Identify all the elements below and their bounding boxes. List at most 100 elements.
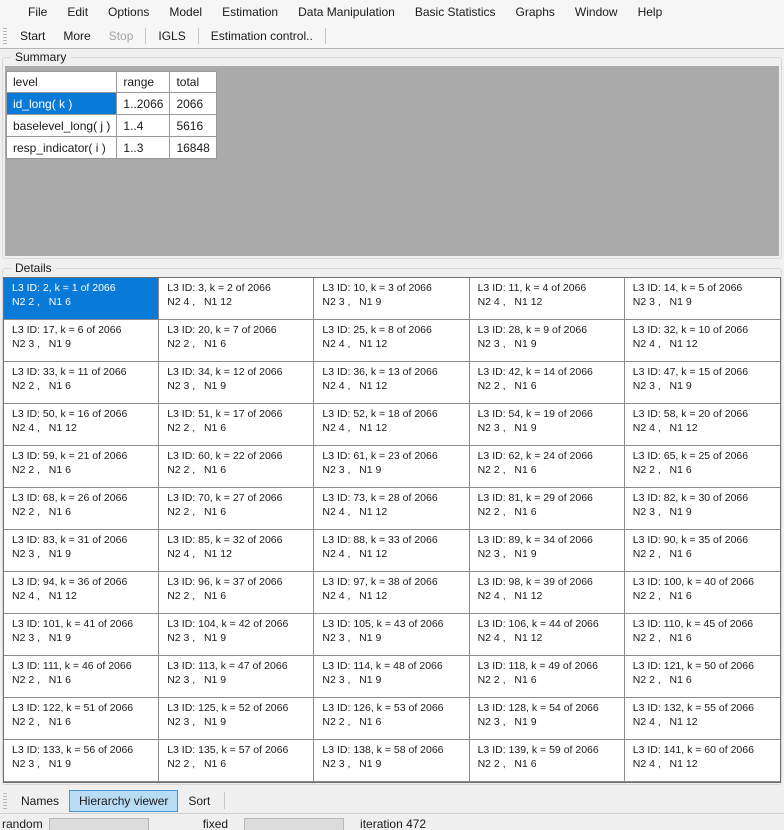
hierarchy-cell[interactable]: L3 ID: 34, k = 12 of 2066N2 3 , N1 9 (159, 362, 314, 404)
tabbar-grip-handle[interactable] (3, 793, 7, 809)
hierarchy-cell[interactable]: L3 ID: 81, k = 29 of 2066N2 2 , N1 6 (470, 488, 625, 530)
hierarchy-cell[interactable]: L3 ID: 14, k = 5 of 2066N2 3 , N1 9 (625, 278, 780, 320)
hierarchy-cell[interactable]: L3 ID: 106, k = 44 of 2066N2 4 , N1 12 (470, 614, 625, 656)
hierarchy-cell[interactable]: L3 ID: 104, k = 42 of 2066N2 3 , N1 9 (159, 614, 314, 656)
hierarchy-cell[interactable]: L3 ID: 138, k = 58 of 2066N2 3 , N1 9 (314, 740, 469, 782)
hierarchy-cell[interactable]: L3 ID: 132, k = 55 of 2066N2 4 , N1 12 (625, 698, 780, 740)
hierarchy-cell[interactable]: L3 ID: 52, k = 18 of 2066N2 4 , N1 12 (314, 404, 469, 446)
hierarchy-cell[interactable]: L3 ID: 88, k = 33 of 2066N2 4 , N1 12 (314, 530, 469, 572)
hierarchy-cell[interactable]: L3 ID: 121, k = 50 of 2066N2 2 , N1 6 (625, 656, 780, 698)
hierarchy-cell[interactable]: L3 ID: 60, k = 22 of 2066N2 2 , N1 6 (159, 446, 314, 488)
hierarchy-cell[interactable]: L3 ID: 101, k = 41 of 2066N2 3 , N1 9 (4, 614, 159, 656)
hierarchy-cell[interactable]: L3 ID: 83, k = 31 of 2066N2 3 , N1 9 (4, 530, 159, 572)
summary-cell-total[interactable]: 2066 (170, 93, 216, 115)
hierarchy-cell[interactable]: L3 ID: 111, k = 46 of 2066N2 2 , N1 6 (4, 656, 159, 698)
igls-button[interactable]: IGLS (149, 25, 194, 47)
hierarchy-cell[interactable]: L3 ID: 128, k = 54 of 2066N2 3 , N1 9 (470, 698, 625, 740)
cell-id-line: L3 ID: 100, k = 40 of 2066 (633, 575, 778, 589)
hierarchy-cell[interactable]: L3 ID: 54, k = 19 of 2066N2 3 , N1 9 (470, 404, 625, 446)
hierarchy-cell[interactable]: L3 ID: 82, k = 30 of 2066N2 3 , N1 9 (625, 488, 780, 530)
summary-cell-level[interactable]: id_long( k ) (7, 93, 117, 115)
hierarchy-cell[interactable]: L3 ID: 11, k = 4 of 2066N2 4 , N1 12 (470, 278, 625, 320)
menu-item-basic-statistics[interactable]: Basic Statistics (405, 0, 506, 24)
hierarchy-cell[interactable]: L3 ID: 125, k = 52 of 2066N2 3 , N1 9 (159, 698, 314, 740)
summary-cell-range[interactable]: 1..4 (117, 115, 170, 137)
cell-id-line: L3 ID: 70, k = 27 of 2066 (167, 491, 311, 505)
hierarchy-cell[interactable]: L3 ID: 10, k = 3 of 2066N2 3 , N1 9 (314, 278, 469, 320)
hierarchy-cell[interactable]: L3 ID: 110, k = 45 of 2066N2 2 , N1 6 (625, 614, 780, 656)
menu-item-data-manipulation[interactable]: Data Manipulation (288, 0, 405, 24)
hierarchy-cell[interactable]: L3 ID: 89, k = 34 of 2066N2 3 , N1 9 (470, 530, 625, 572)
hierarchy-cell[interactable]: L3 ID: 61, k = 23 of 2066N2 3 , N1 9 (314, 446, 469, 488)
summary-cell-range[interactable]: 1..3 (117, 137, 170, 159)
hierarchy-cell[interactable]: L3 ID: 122, k = 51 of 2066N2 2 , N1 6 (4, 698, 159, 740)
cell-counts-line: N2 4 , N1 12 (478, 589, 622, 603)
hierarchy-cell[interactable]: L3 ID: 98, k = 39 of 2066N2 4 , N1 12 (470, 572, 625, 614)
hierarchy-cell[interactable]: L3 ID: 90, k = 35 of 2066N2 2 , N1 6 (625, 530, 780, 572)
tab-sort[interactable]: Sort (178, 790, 220, 812)
cell-id-line: L3 ID: 10, k = 3 of 2066 (322, 281, 466, 295)
hierarchy-cell[interactable]: L3 ID: 59, k = 21 of 2066N2 2 , N1 6 (4, 446, 159, 488)
hierarchy-cell[interactable]: L3 ID: 70, k = 27 of 2066N2 2 , N1 6 (159, 488, 314, 530)
menu-item-graphs[interactable]: Graphs (506, 0, 565, 24)
hierarchy-cell[interactable]: L3 ID: 96, k = 37 of 2066N2 2 , N1 6 (159, 572, 314, 614)
menu-item-model[interactable]: Model (159, 0, 212, 24)
hierarchy-cell[interactable]: L3 ID: 100, k = 40 of 2066N2 2 , N1 6 (625, 572, 780, 614)
hierarchy-cell[interactable]: L3 ID: 97, k = 38 of 2066N2 4 , N1 12 (314, 572, 469, 614)
menu-item-options[interactable]: Options (98, 0, 159, 24)
estimation-control-button[interactable]: Estimation control.. (202, 25, 322, 47)
menu-item-window[interactable]: Window (565, 0, 628, 24)
hierarchy-cell[interactable]: L3 ID: 94, k = 36 of 2066N2 4 , N1 12 (4, 572, 159, 614)
hierarchy-cell[interactable]: L3 ID: 42, k = 14 of 2066N2 2 , N1 6 (470, 362, 625, 404)
menu-item-file[interactable]: File (18, 0, 57, 24)
more-button[interactable]: More (54, 25, 99, 47)
hierarchy-cell[interactable]: L3 ID: 68, k = 26 of 2066N2 2 , N1 6 (4, 488, 159, 530)
hierarchy-cell[interactable]: L3 ID: 118, k = 49 of 2066N2 2 , N1 6 (470, 656, 625, 698)
hierarchy-cell[interactable]: L3 ID: 133, k = 56 of 2066N2 3 , N1 9 (4, 740, 159, 782)
hierarchy-cell[interactable]: L3 ID: 141, k = 60 of 2066N2 4 , N1 12 (625, 740, 780, 782)
cell-id-line: L3 ID: 61, k = 23 of 2066 (322, 449, 466, 463)
hierarchy-cell[interactable]: L3 ID: 3, k = 2 of 2066N2 4 , N1 12 (159, 278, 314, 320)
summary-cell-range[interactable]: 1..2066 (117, 93, 170, 115)
hierarchy-cell[interactable]: L3 ID: 85, k = 32 of 2066N2 4 , N1 12 (159, 530, 314, 572)
hierarchy-cell[interactable]: L3 ID: 126, k = 53 of 2066N2 2 , N1 6 (314, 698, 469, 740)
hierarchy-cell[interactable]: L3 ID: 36, k = 13 of 2066N2 4 , N1 12 (314, 362, 469, 404)
hierarchy-cell[interactable]: L3 ID: 20, k = 7 of 2066N2 2 , N1 6 (159, 320, 314, 362)
hierarchy-cell[interactable]: L3 ID: 17, k = 6 of 2066N2 3 , N1 9 (4, 320, 159, 362)
cell-id-line: L3 ID: 42, k = 14 of 2066 (478, 365, 622, 379)
hierarchy-cell[interactable]: L3 ID: 32, k = 10 of 2066N2 4 , N1 12 (625, 320, 780, 362)
hierarchy-cell[interactable]: L3 ID: 113, k = 47 of 2066N2 3 , N1 9 (159, 656, 314, 698)
cell-counts-line: N2 2 , N1 6 (478, 463, 622, 477)
menu-item-edit[interactable]: Edit (57, 0, 98, 24)
summary-table: levelrangetotal id_long( k )1..20662066b… (6, 71, 217, 159)
hierarchy-cell[interactable]: L3 ID: 50, k = 16 of 2066N2 4 , N1 12 (4, 404, 159, 446)
summary-cell-level[interactable]: baselevel_long( j ) (7, 115, 117, 137)
hierarchy-cell[interactable]: L3 ID: 28, k = 9 of 2066N2 3 , N1 9 (470, 320, 625, 362)
hierarchy-cell[interactable]: L3 ID: 25, k = 8 of 2066N2 4 , N1 12 (314, 320, 469, 362)
hierarchy-cell[interactable]: L3 ID: 62, k = 24 of 2066N2 2 , N1 6 (470, 446, 625, 488)
hierarchy-cell[interactable]: L3 ID: 135, k = 57 of 2066N2 2 , N1 6 (159, 740, 314, 782)
hierarchy-cell[interactable]: L3 ID: 139, k = 59 of 2066N2 2 , N1 6 (470, 740, 625, 782)
menu-item-help[interactable]: Help (628, 0, 673, 24)
tab-names[interactable]: Names (11, 790, 69, 812)
hierarchy-cell[interactable]: L3 ID: 105, k = 43 of 2066N2 3 , N1 9 (314, 614, 469, 656)
summary-cell-total[interactable]: 5616 (170, 115, 216, 137)
tab-hierarchy-viewer[interactable]: Hierarchy viewer (69, 790, 178, 812)
hierarchy-cell[interactable]: L3 ID: 47, k = 15 of 2066N2 3 , N1 9 (625, 362, 780, 404)
start-button[interactable]: Start (11, 25, 54, 47)
summary-cell-level[interactable]: resp_indicator( i ) (7, 137, 117, 159)
hierarchy-cell[interactable]: L3 ID: 2, k = 1 of 2066N2 2 , N1 6 (4, 278, 159, 320)
menu-item-estimation[interactable]: Estimation (212, 0, 288, 24)
cell-counts-line: N2 4 , N1 12 (633, 757, 778, 771)
hierarchy-cell[interactable]: L3 ID: 65, k = 25 of 2066N2 2 , N1 6 (625, 446, 780, 488)
cell-id-line: L3 ID: 132, k = 55 of 2066 (633, 701, 778, 715)
hierarchy-cell[interactable]: L3 ID: 114, k = 48 of 2066N2 3 , N1 9 (314, 656, 469, 698)
hierarchy-cell[interactable]: L3 ID: 33, k = 11 of 2066N2 2 , N1 6 (4, 362, 159, 404)
iteration-counter: iteration 472 (358, 817, 430, 830)
hierarchy-cell[interactable]: L3 ID: 73, k = 28 of 2066N2 4 , N1 12 (314, 488, 469, 530)
cell-counts-line: N2 2 , N1 6 (167, 757, 311, 771)
summary-cell-total[interactable]: 16848 (170, 137, 216, 159)
hierarchy-cell[interactable]: L3 ID: 51, k = 17 of 2066N2 2 , N1 6 (159, 404, 314, 446)
hierarchy-cell[interactable]: L3 ID: 58, k = 20 of 2066N2 4 , N1 12 (625, 404, 780, 446)
toolbar-grip-handle[interactable] (3, 28, 7, 44)
